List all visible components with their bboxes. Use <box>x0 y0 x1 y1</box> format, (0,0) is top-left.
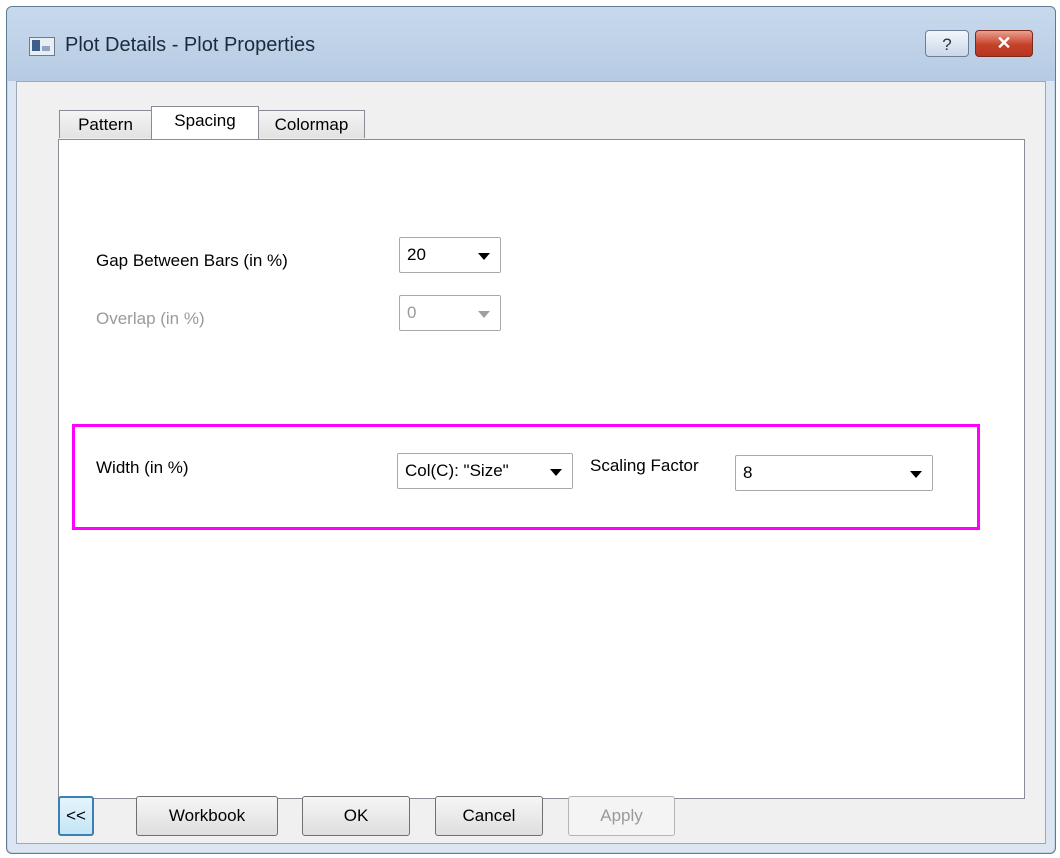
scaling-factor-label: Scaling Factor <box>590 456 699 475</box>
width-label: Width (in %) <box>96 458 189 477</box>
scaling-factor-combo[interactable]: 8 <box>735 455 933 491</box>
tab-colormap[interactable]: Colormap <box>258 110 365 138</box>
overlap-combo[interactable]: 0 <box>399 295 501 331</box>
chevron-down-icon <box>478 311 490 318</box>
collapse-button[interactable]: << <box>58 796 94 836</box>
window-title: Plot Details - Plot Properties <box>65 34 316 56</box>
close-icon: ✕ <box>996 33 1012 53</box>
workbook-button[interactable]: Workbook <box>136 796 278 836</box>
spacing-panel: Gap Between Bars (in %) 20 Overlap (in %… <box>58 139 1025 799</box>
plot-details-dialog: Plot Details - Plot Properties ? ✕ Patte… <box>6 6 1056 854</box>
apply-button[interactable]: Apply <box>568 796 675 836</box>
gap-value: 20 <box>407 245 426 264</box>
scaling-factor-value: 8 <box>743 463 753 482</box>
chevron-down-icon <box>910 471 922 478</box>
overlap-label: Overlap (in %) <box>96 309 205 328</box>
app-icon <box>29 37 55 56</box>
ok-button[interactable]: OK <box>302 796 410 836</box>
dialog-client-area: Pattern Spacing Colormap Gap Between Bar… <box>16 81 1046 844</box>
tab-pattern[interactable]: Pattern <box>59 110 152 138</box>
chevron-down-icon <box>550 469 562 476</box>
chevron-down-icon <box>478 253 490 260</box>
close-button[interactable]: ✕ <box>975 30 1033 57</box>
tab-spacing[interactable]: Spacing <box>151 106 259 139</box>
width-column-combo[interactable]: Col(C): "Size" <box>397 453 573 489</box>
title-bar[interactable]: Plot Details - Plot Properties ? ✕ <box>7 7 1055 81</box>
width-column-value: Col(C): "Size" <box>405 461 509 480</box>
cancel-button[interactable]: Cancel <box>435 796 543 836</box>
help-button[interactable]: ? <box>925 30 969 57</box>
gap-label: Gap Between Bars (in %) <box>96 251 288 270</box>
gap-combo[interactable]: 20 <box>399 237 501 273</box>
overlap-value: 0 <box>407 303 417 322</box>
